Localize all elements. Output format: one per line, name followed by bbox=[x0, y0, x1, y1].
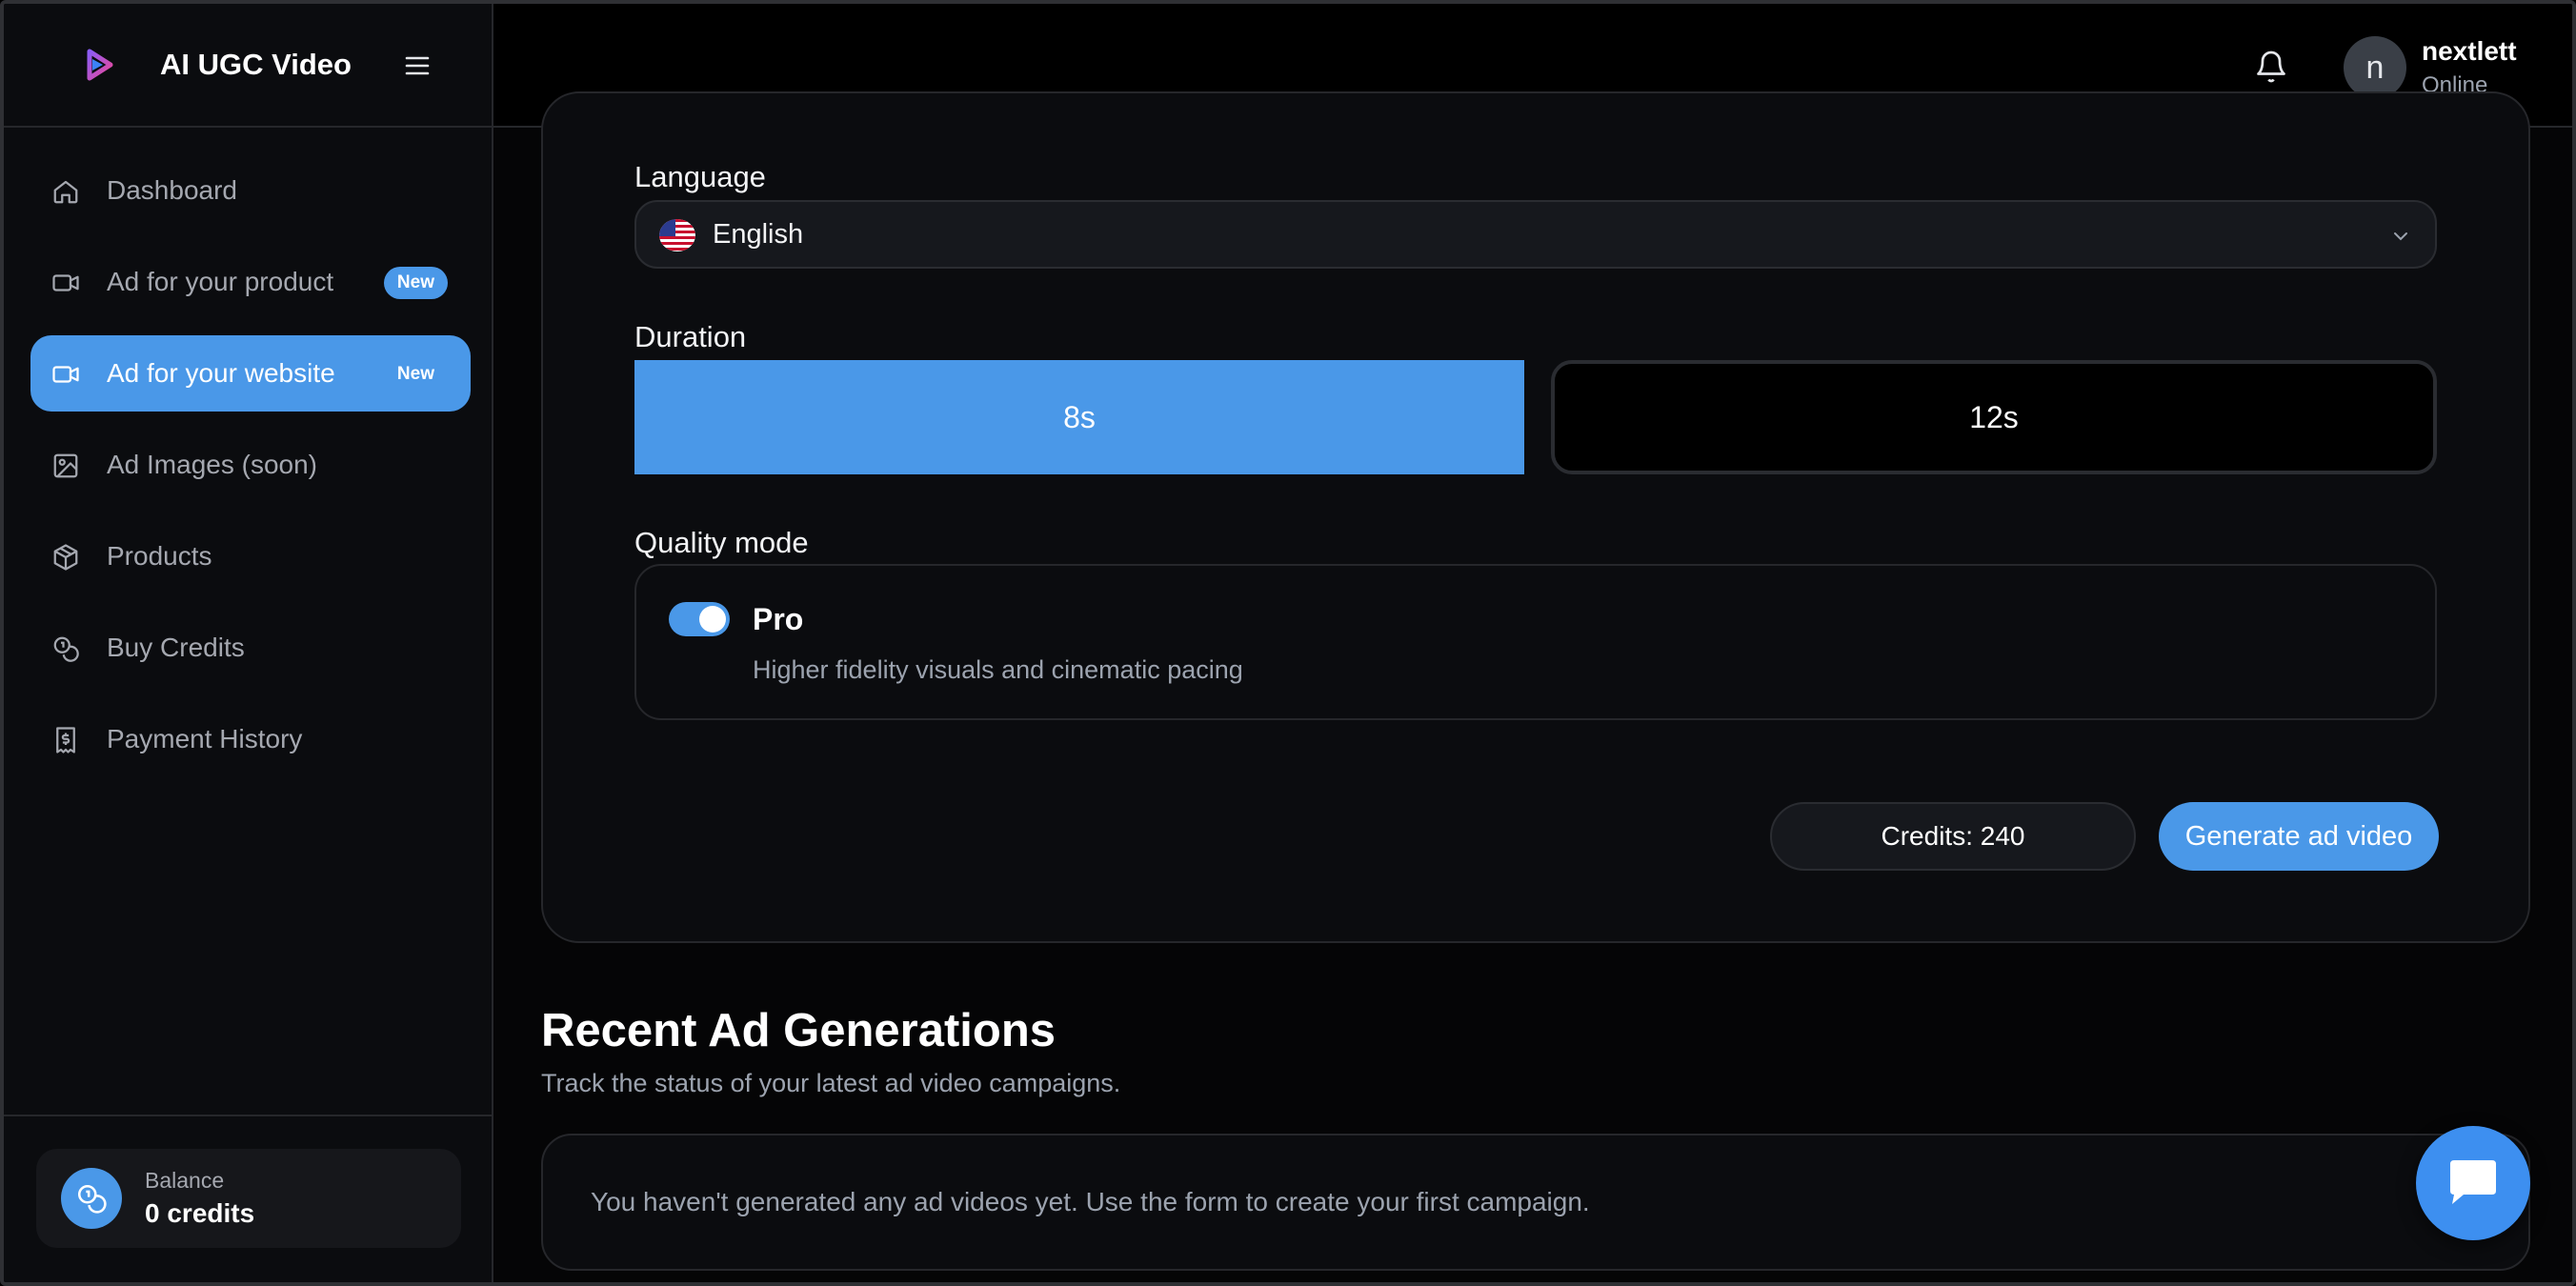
sidebar-item-dashboard[interactable]: Dashboard bbox=[30, 152, 471, 229]
sidebar-item-label: Ad for your product bbox=[107, 267, 334, 296]
chat-bubble-icon bbox=[2450, 1160, 2496, 1204]
sidebar-item-ad-for-your-product[interactable]: Ad for your product New bbox=[30, 244, 471, 320]
quality-mode-title: Pro bbox=[753, 602, 804, 636]
sidebar-nav: Dashboard Ad for your product New Ad for… bbox=[30, 152, 471, 793]
generate-ad-video-button[interactable]: Generate ad video bbox=[2159, 802, 2439, 871]
quality-pro-toggle[interactable] bbox=[669, 602, 730, 636]
hamburger-icon bbox=[405, 56, 430, 75]
sidebar-item-products[interactable]: Products bbox=[30, 518, 471, 594]
username: nextlett bbox=[2422, 36, 2517, 66]
quality-mode-label: Quality mode bbox=[634, 526, 809, 559]
main-content: Language English Duration 8s 12s Quality… bbox=[493, 91, 2572, 1282]
language-select[interactable]: English bbox=[634, 200, 2437, 269]
home-icon bbox=[51, 177, 80, 206]
sidebar-item-label: Payment History bbox=[107, 724, 303, 754]
notification-bell-icon[interactable] bbox=[2254, 50, 2288, 84]
credits-pill: Credits: 240 bbox=[1770, 802, 2136, 871]
sidebar-item-ad-images[interactable]: Ad Images (soon) bbox=[30, 427, 471, 503]
new-badge: New bbox=[396, 364, 434, 384]
empty-state-text: You haven't generated any ad videos yet.… bbox=[591, 1187, 1590, 1216]
empty-state-box: You haven't generated any ad videos yet.… bbox=[541, 1134, 2530, 1271]
sidebar-footer: Balance 0 credits bbox=[4, 1115, 492, 1282]
menu-toggle-button[interactable] bbox=[400, 50, 434, 82]
chevron-down-icon bbox=[2394, 232, 2407, 241]
sidebar-item-ad-for-your-website[interactable]: Ad for your website New bbox=[30, 335, 471, 412]
duration-option-8s[interactable]: 8s bbox=[634, 360, 1524, 474]
duration-option-12s[interactable]: 12s bbox=[1551, 360, 2437, 474]
quality-mode-box: Pro Higher fidelity visuals and cinemati… bbox=[634, 564, 2437, 720]
toggle-knob bbox=[699, 606, 726, 633]
app-title: AI UGC Video bbox=[160, 48, 352, 81]
ad-form-card: Language English Duration 8s 12s Quality… bbox=[541, 91, 2530, 943]
sidebar-item-label: Products bbox=[107, 541, 212, 571]
chat-button[interactable] bbox=[2416, 1126, 2530, 1240]
balance-value: 0 credits bbox=[145, 1198, 255, 1228]
sidebar: AI UGC Video Dashboard Ad for your produ… bbox=[4, 4, 493, 1282]
sidebar-item-payment-history[interactable]: Payment History bbox=[30, 701, 471, 777]
sidebar-item-label: Dashboard bbox=[107, 175, 237, 205]
video-camera-icon bbox=[51, 360, 80, 389]
sidebar-header: AI UGC Video bbox=[4, 4, 492, 128]
video-camera-icon bbox=[51, 269, 80, 297]
app-logo-icon bbox=[87, 49, 113, 81]
sidebar-item-label: Ad for your website bbox=[107, 358, 335, 388]
avatar[interactable]: n bbox=[2344, 36, 2406, 99]
us-flag-icon bbox=[659, 219, 695, 251]
coins-icon bbox=[51, 634, 80, 663]
image-icon bbox=[51, 452, 80, 480]
recent-generations-title: Recent Ad Generations bbox=[541, 1005, 1057, 1056]
sidebar-item-label: Buy Credits bbox=[107, 633, 245, 662]
balance-label: Balance bbox=[145, 1168, 225, 1193]
receipt-icon bbox=[51, 726, 80, 754]
box-icon bbox=[51, 543, 80, 572]
new-badge: New bbox=[383, 267, 448, 299]
balance-card[interactable]: Balance 0 credits bbox=[36, 1149, 461, 1248]
coins-icon bbox=[61, 1168, 122, 1229]
app-window: AI UGC Video Dashboard Ad for your produ… bbox=[0, 0, 2576, 1286]
sidebar-item-buy-credits[interactable]: Buy Credits bbox=[30, 610, 471, 686]
sidebar-item-label: Ad Images (soon) bbox=[107, 450, 317, 479]
quality-mode-description: Higher fidelity visuals and cinematic pa… bbox=[753, 655, 1243, 684]
language-label: Language bbox=[634, 160, 766, 193]
duration-label: Duration bbox=[634, 320, 747, 353]
language-value: English bbox=[713, 219, 804, 250]
recent-generations-subtitle: Track the status of your latest ad video… bbox=[541, 1069, 1121, 1097]
